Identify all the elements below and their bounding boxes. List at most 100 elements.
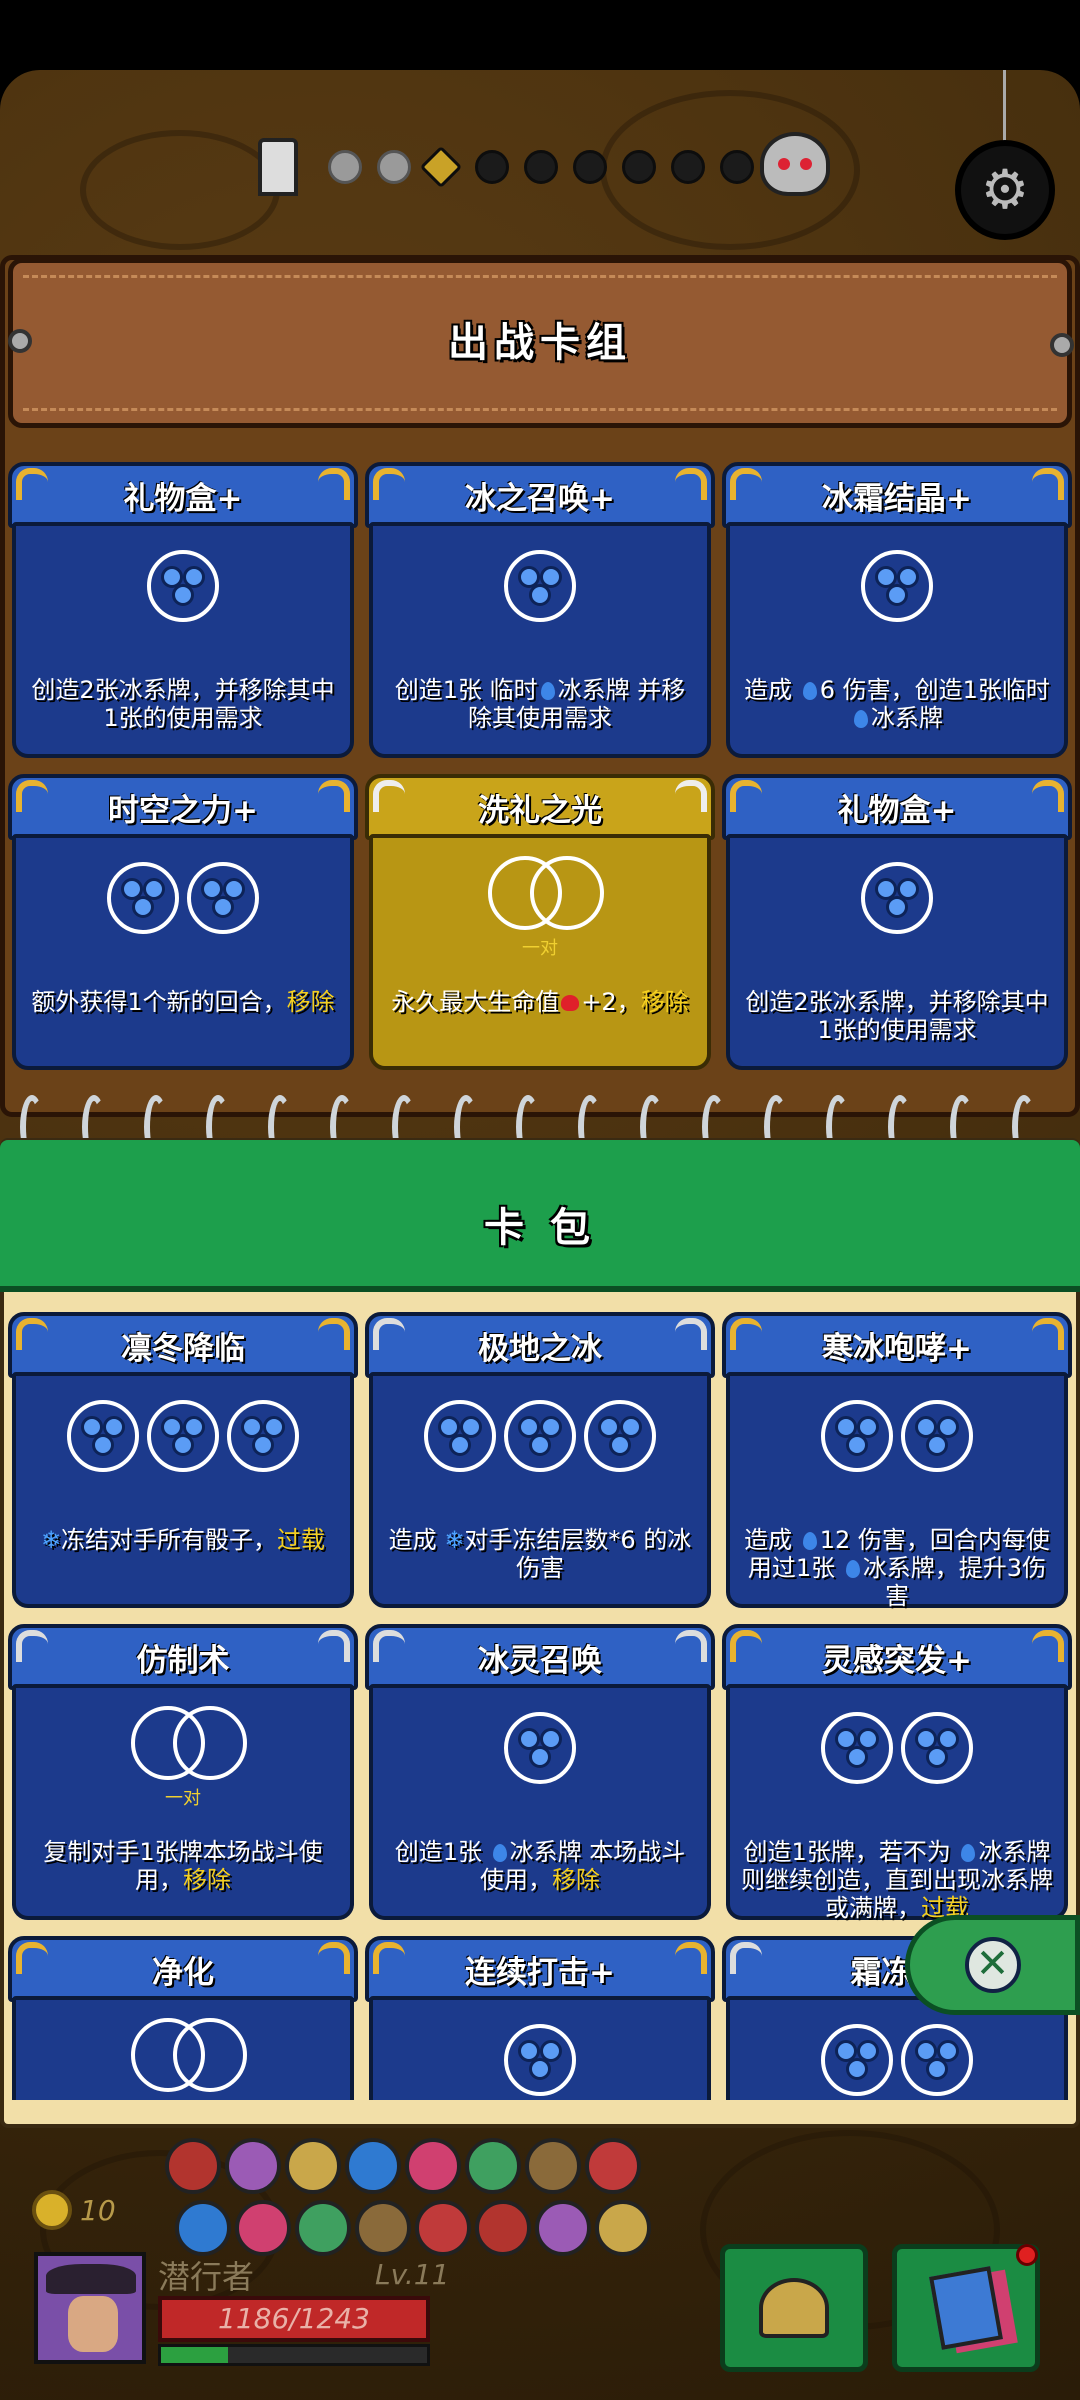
card-name: 冰灵召唤	[365, 1624, 715, 1690]
relic-icon[interactable]	[235, 2200, 291, 2256]
dice-slots	[730, 550, 1064, 622]
deck-button[interactable]	[892, 2244, 1040, 2372]
card[interactable]: 冰霜结晶+ 造成 6 伤害，创造1张临时冰系牌	[722, 462, 1072, 760]
ice-orb-icon	[518, 1414, 562, 1458]
card-description: 创造2张冰系牌，并移除其中1张的使用需求	[745, 988, 1049, 1044]
pair-requirement: 一对	[373, 856, 707, 959]
close-icon: ✕	[964, 1937, 1021, 1993]
card[interactable]: 冰灵召唤 创造1张 冰系牌 本场战斗使用，移除	[365, 1624, 715, 1922]
card[interactable]: 连续打击+	[365, 1936, 715, 2100]
water-drop-icon	[802, 682, 817, 700]
dice-slots	[16, 550, 350, 622]
relic-icon[interactable]	[465, 2138, 521, 2194]
keyword-highlight: 过载	[277, 1526, 326, 1554]
stage-node-locked	[720, 150, 754, 184]
relic-icon[interactable]	[525, 2138, 581, 2194]
pair-label: 一对	[16, 2096, 350, 2100]
ice-dice-slot	[504, 1400, 576, 1472]
ice-orb-icon	[518, 564, 562, 608]
stage-node-current	[419, 145, 463, 189]
dice-slots	[373, 2024, 707, 2096]
stage-node-locked	[622, 150, 656, 184]
card-body: 造成 12 伤害，回合内每使用过1张 冰系牌，提升3伤害	[726, 1372, 1068, 1610]
relic-icon[interactable]	[285, 2138, 341, 2194]
card[interactable]: 时空之力+ 额外获得1个新的回合，移除	[8, 774, 358, 1072]
relic-icon[interactable]	[535, 2200, 591, 2256]
card[interactable]: 礼物盒+ 创造2张冰系牌，并移除其中1张的使用需求	[722, 774, 1072, 1072]
stage-node-locked	[573, 150, 607, 184]
ice-dice-slot	[504, 2024, 576, 2096]
ice-dice-slot	[107, 862, 179, 934]
card-name: 连续打击+	[365, 1936, 715, 2002]
relic-icon[interactable]	[165, 2138, 221, 2194]
card-description: 造成 ❄对手冻结层数*6 的冰伤害	[388, 1526, 692, 1582]
card[interactable]: 净化一对	[8, 1936, 358, 2100]
card[interactable]: 凛冬降临 ❄冻结对手所有骰子，过载	[8, 1312, 358, 1610]
card[interactable]: 灵感突发+ 创造1张牌，若不为 冰系牌则继续创造，直到出现冰系牌或满牌，过载	[722, 1624, 1072, 1922]
relic-icon[interactable]	[355, 2200, 411, 2256]
ice-orb-icon	[438, 1414, 482, 1458]
water-drop-icon	[492, 1844, 507, 1862]
relic-icon[interactable]	[475, 2200, 531, 2256]
card[interactable]: 冰之召唤+ 创造1张 临时 冰系牌 并移除其使用需求	[365, 462, 715, 760]
relic-tray[interactable]	[165, 2130, 685, 2260]
relic-icon[interactable]	[175, 2200, 231, 2256]
ice-orb-icon	[875, 876, 919, 920]
close-button[interactable]: ✕	[905, 1915, 1080, 2015]
ice-dice-slot	[584, 1400, 656, 1472]
coin-icon	[32, 2190, 72, 2230]
xp-fill	[161, 2347, 228, 2363]
card-body: 创造2张冰系牌，并移除其中1张的使用需求	[726, 834, 1068, 1070]
card-description: 造成 12 伤害，回合内每使用过1张 冰系牌，提升3伤害	[744, 1526, 1050, 1610]
equipment-button[interactable]	[720, 2244, 868, 2372]
keyword-highlight: 移除	[640, 988, 689, 1016]
coin-value: 10	[80, 2193, 116, 2227]
water-drop-icon	[540, 682, 555, 700]
pack-title: 卡 包	[484, 1205, 596, 1251]
dice-slots	[730, 862, 1064, 934]
card[interactable]: 寒冰咆哮+ 造成 12 伤害，回合内每使用过1张 冰系牌，提升3伤害	[722, 1312, 1072, 1610]
dice-slots	[373, 1712, 707, 1784]
stage-progress	[250, 130, 810, 210]
relic-icon[interactable]	[225, 2138, 281, 2194]
relic-icon[interactable]	[345, 2138, 401, 2194]
card[interactable]: 洗礼之光 一对 永久最大生命值 +2，移除	[365, 774, 715, 1072]
xp-bar	[158, 2344, 430, 2366]
dice-slots	[373, 550, 707, 622]
hp-bar: 1186/1243	[158, 2296, 430, 2342]
card-name: 极地之冰	[365, 1312, 715, 1378]
relic-icon[interactable]	[415, 2200, 471, 2256]
card-description: 创造2张冰系牌，并移除其中1张的使用需求	[31, 676, 335, 732]
relic-icon[interactable]	[585, 2138, 641, 2194]
card-body: 一对	[12, 1996, 354, 2100]
ice-dice-slot	[227, 1400, 299, 1472]
ice-dice-slot	[861, 550, 933, 622]
ice-dice-slot	[187, 862, 259, 934]
ice-orb-icon	[915, 1414, 959, 1458]
coin-counter: 10	[32, 2190, 116, 2230]
relic-icon[interactable]	[295, 2200, 351, 2256]
card[interactable]: 礼物盒+ 创造2张冰系牌，并移除其中1张的使用需求	[8, 462, 358, 760]
ice-dice-slot	[861, 862, 933, 934]
card-description: 复制对手1张牌本场战斗使用，移除	[43, 1838, 323, 1894]
card[interactable]: 极地之冰造成 ❄对手冻结层数*6 的冰伤害	[365, 1312, 715, 1610]
card-body: 一对 复制对手1张牌本场战斗使用，移除	[12, 1684, 354, 1920]
relic-icon[interactable]	[595, 2200, 651, 2256]
dice-slots	[16, 862, 350, 934]
snowflake-icon: ❄	[40, 1526, 62, 1554]
ice-dice-slot	[504, 550, 576, 622]
ice-dice-slot	[821, 1400, 893, 1472]
card-description: 创造1张牌，若不为 冰系牌则继续创造，直到出现冰系牌或满牌，过载	[741, 1838, 1053, 1922]
ice-orb-icon	[875, 564, 919, 608]
card-description: 永久最大生命值 +2，移除	[391, 988, 689, 1016]
card-body: 创造1张牌，若不为 冰系牌则继续创造，直到出现冰系牌或满牌，过载	[726, 1684, 1068, 1922]
card-description: ❄冻结对手所有骰子，过载	[40, 1526, 326, 1554]
card[interactable]: 仿制术 一对 复制对手1张牌本场战斗使用，移除	[8, 1624, 358, 1922]
heart-icon	[561, 995, 580, 1011]
dice-slots	[730, 2024, 1064, 2096]
avatar[interactable]	[34, 2252, 146, 2364]
player-level: Lv.11	[375, 2258, 450, 2291]
stage-node-locked	[475, 150, 509, 184]
gear-icon[interactable]: ⚙	[955, 140, 1055, 240]
relic-icon[interactable]	[405, 2138, 461, 2194]
